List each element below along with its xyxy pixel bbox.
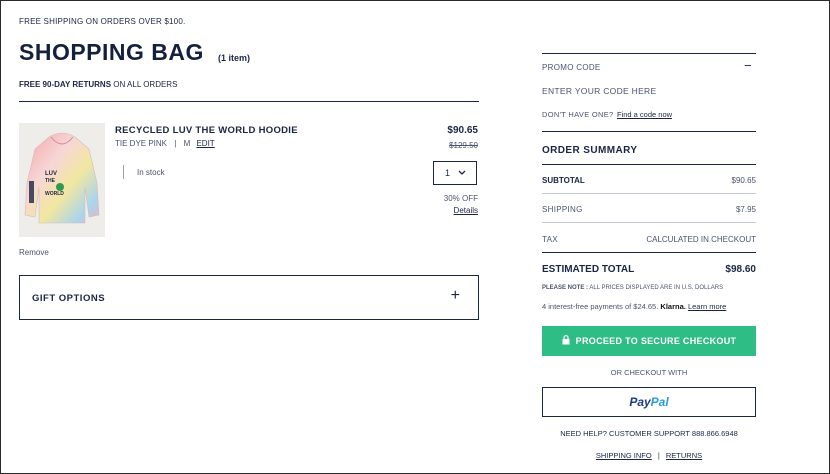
returns-bold: FREE 90-DAY RETURNS	[19, 80, 112, 89]
details-link[interactable]: Details	[454, 206, 478, 215]
paypal-logo-pal: Pal	[650, 395, 669, 409]
klarna-logo: Klarna.	[660, 302, 686, 311]
currency-note-rest: ALL PRICES DISPLAYED ARE IN U.S. DOLLARS	[588, 285, 724, 291]
find-code-link[interactable]: Find a code now	[617, 110, 672, 119]
product-image[interactable]: LUV THE WORLD	[19, 123, 105, 237]
original-price: $129.50	[449, 141, 478, 150]
product-color: TIE DYE PINK	[115, 139, 168, 148]
remove-link[interactable]: Remove	[19, 248, 49, 257]
gift-options-label: GIFT OPTIONS	[32, 293, 106, 304]
order-summary-title: ORDER SUMMARY	[542, 145, 638, 156]
tax-value: CALCULATED IN CHECKOUT	[646, 235, 756, 244]
total-divider	[542, 252, 756, 253]
quantity-value: 1	[445, 168, 451, 178]
row-divider	[542, 222, 756, 223]
returns-note: FREE 90-DAY RETURNS ON ALL ORDERS	[19, 80, 177, 89]
subtotal-value: $90.65	[731, 176, 756, 185]
product-name[interactable]: RECYCLED LUV THE WORLD HOODIE	[115, 125, 298, 136]
paypal-button[interactable]: Pay Pal	[542, 387, 756, 417]
returns-link[interactable]: RETURNS	[666, 451, 702, 460]
shipping-value: $7.95	[735, 205, 756, 214]
stock-status: In stock	[137, 168, 165, 177]
hoodie-print-line-1: LUV	[45, 171, 57, 177]
product-price: $90.65	[447, 125, 478, 136]
page-title: SHOPPING BAG	[19, 39, 204, 65]
edit-link[interactable]: EDIT	[196, 139, 214, 148]
stock-divider	[123, 165, 124, 179]
shipping-label: SHIPPING	[542, 205, 583, 214]
estimated-total-value: $98.60	[725, 264, 756, 275]
lock-icon	[562, 335, 570, 347]
checkout-button[interactable]: PROCEED TO SECURE CHECKOUT	[542, 326, 756, 356]
plus-icon: +	[450, 287, 460, 304]
shipping-info-link[interactable]: SHIPPING INFO	[596, 451, 652, 460]
currency-note-bold: PLEASE NOTE :	[542, 285, 589, 291]
gift-options-accordion[interactable]: GIFT OPTIONS +	[19, 275, 479, 320]
returns-rest: ON ALL ORDERS	[111, 80, 178, 89]
product-size: M	[183, 139, 191, 148]
promo-code-label: PROMO CODE	[542, 63, 601, 72]
promo-bottom-divider	[542, 131, 756, 132]
quantity-select[interactable]: 1	[433, 161, 477, 185]
klarna-text: 4 interest-free payments of $24.65.	[542, 302, 659, 311]
discount-label: 30% OFF	[443, 194, 478, 203]
minus-icon[interactable]: −	[744, 58, 752, 73]
summary-divider	[542, 164, 756, 165]
footer-links: SHIPPING INFO | RETURNS	[542, 451, 756, 460]
paypal-logo-pay: Pay	[629, 395, 651, 409]
currency-note: PLEASE NOTE : ALL PRICES DISPLAYED ARE I…	[542, 285, 723, 291]
no-code-text: DON'T HAVE ONE?	[542, 110, 614, 119]
globe-icon	[56, 183, 64, 191]
promo-top-divider	[542, 53, 756, 54]
klarna-learn-more[interactable]: Learn more	[688, 302, 726, 311]
tax-label: TAX	[542, 235, 558, 244]
row-divider	[542, 193, 756, 194]
hoodie-print-line-3: WORLD	[45, 191, 64, 197]
support-text: NEED HELP? CUSTOMER SUPPORT 888.866.6948	[560, 429, 738, 438]
hoodie-illustration: LUV THE WORLD	[24, 132, 100, 224]
meta-separator: |	[174, 139, 177, 148]
footer-separator: |	[657, 451, 660, 460]
klarna-row: 4 interest-free payments of $24.65. Klar…	[542, 302, 726, 311]
chevron-down-icon	[458, 167, 466, 181]
divider	[19, 101, 479, 102]
estimated-total-label: ESTIMATED TOTAL	[542, 264, 635, 275]
item-count: (1 item)	[218, 53, 251, 63]
shipping-banner: FREE SHIPPING ON ORDERS OVER $100.	[19, 17, 186, 26]
promo-code-input[interactable]: ENTER YOUR CODE HERE	[542, 86, 656, 96]
checkout-label: PROCEED TO SECURE CHECKOUT	[575, 336, 737, 346]
subtotal-label: SUBTOTAL	[542, 176, 585, 185]
or-checkout-with: OR CHECKOUT WITH	[610, 368, 688, 377]
hoodie-print-line-2: THE	[45, 178, 56, 184]
product-meta: TIE DYE PINK | M EDIT	[115, 139, 215, 148]
